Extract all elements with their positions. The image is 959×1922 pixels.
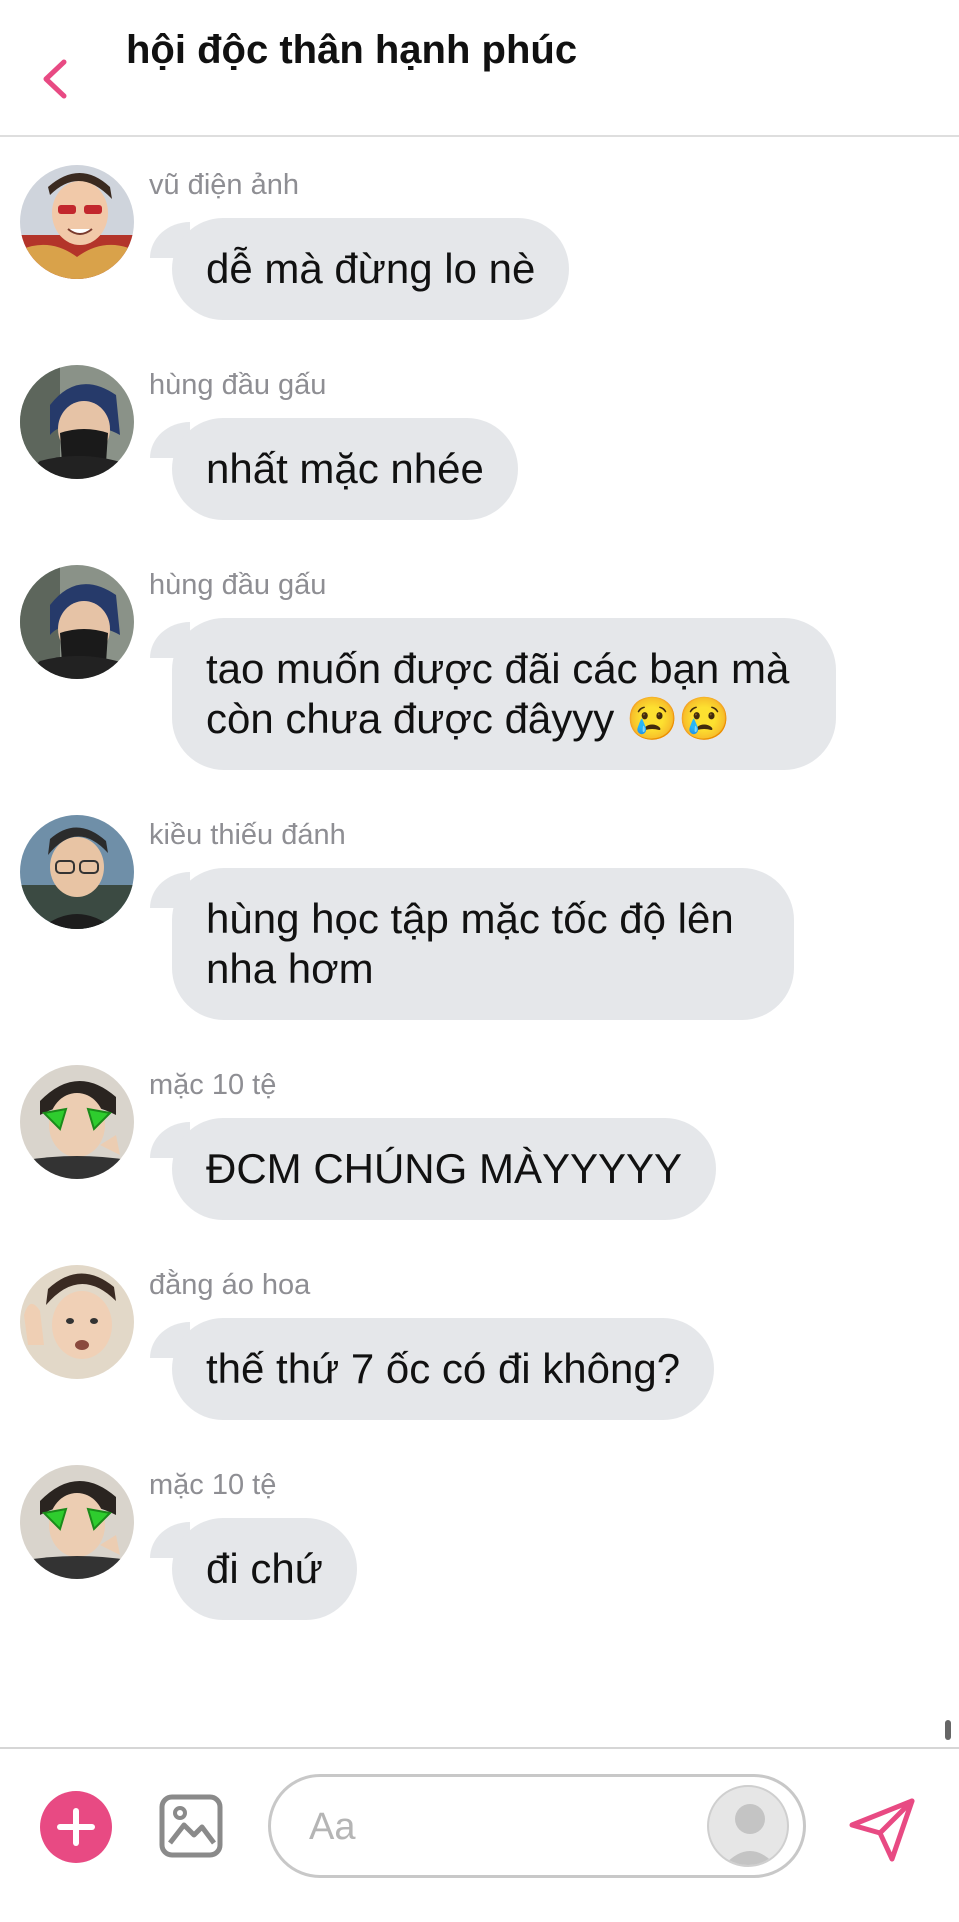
plus-icon bbox=[57, 1808, 95, 1846]
chat-title: hội độc thân hạnh phúc bbox=[126, 28, 578, 72]
profile-placeholder-icon[interactable] bbox=[707, 1785, 789, 1867]
message-input[interactable] bbox=[307, 1799, 671, 1855]
image-button[interactable] bbox=[158, 1793, 224, 1859]
sender-name: đằng áo hoa bbox=[149, 1269, 311, 1301]
message-list[interactable]: vũ điện ảnh dễ mà đừng lo nè hùng đầu gấ… bbox=[0, 137, 959, 1747]
add-button[interactable] bbox=[40, 1791, 112, 1863]
send-icon bbox=[849, 1798, 915, 1862]
message-bubble[interactable]: đi chứ bbox=[172, 1518, 357, 1620]
message-bubble[interactable]: tao muốn được đãi các bạn mà còn chưa đư… bbox=[172, 618, 836, 770]
avatar[interactable] bbox=[20, 1465, 134, 1579]
image-icon bbox=[159, 1794, 223, 1858]
chevron-left-icon bbox=[43, 59, 67, 99]
avatar[interactable] bbox=[20, 1265, 134, 1379]
sender-name: vũ điện ảnh bbox=[149, 169, 299, 201]
message-bubble[interactable]: nhất mặc nhée bbox=[172, 418, 518, 520]
message-bubble[interactable]: thế thứ 7 ốc có đi không? bbox=[172, 1318, 715, 1420]
composer-bar bbox=[0, 1747, 959, 1922]
sender-name: mặc 10 tệ bbox=[149, 1469, 277, 1501]
chat-header: hội độc thân hạnh phúc bbox=[0, 0, 959, 137]
send-button[interactable] bbox=[846, 1793, 918, 1865]
message-bubble[interactable]: ĐCM CHÚNG MÀYYYYY bbox=[172, 1118, 717, 1220]
sender-name: hùng đầu gấu bbox=[149, 569, 327, 601]
message-bubble[interactable]: dễ mà đừng lo nè bbox=[172, 218, 570, 320]
scrollbar[interactable] bbox=[945, 1720, 951, 1740]
avatar[interactable] bbox=[20, 1065, 134, 1179]
sender-name: kiều thiếu đánh bbox=[149, 819, 346, 851]
avatar[interactable] bbox=[20, 815, 134, 929]
message-bubble[interactable]: hùng học tập mặc tốc độ lên nha hơm bbox=[172, 868, 794, 1020]
avatar[interactable] bbox=[20, 565, 134, 679]
avatar[interactable] bbox=[20, 165, 134, 279]
back-button[interactable] bbox=[36, 54, 76, 104]
message-input-wrapper[interactable] bbox=[268, 1774, 806, 1878]
sender-name: mặc 10 tệ bbox=[149, 1069, 277, 1101]
avatar[interactable] bbox=[20, 365, 134, 479]
sender-name: hùng đầu gấu bbox=[149, 369, 327, 401]
